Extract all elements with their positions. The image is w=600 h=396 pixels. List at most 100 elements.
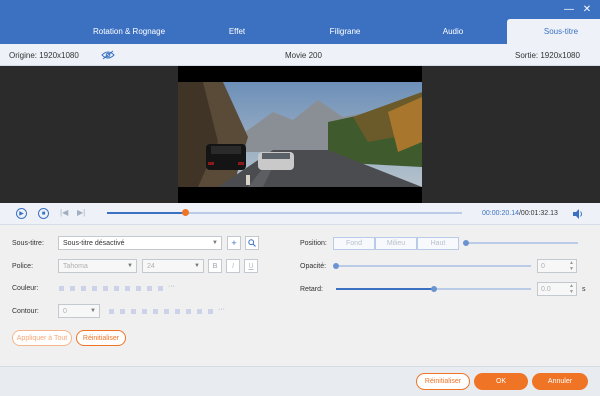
outline-color-swatch[interactable]	[175, 309, 180, 314]
info-bar: Origine: 1920x1080 Movie 200 Sortie: 192…	[0, 44, 600, 66]
outline-color-swatch[interactable]	[120, 309, 125, 314]
opacity-slider[interactable]	[333, 263, 531, 269]
color-swatch[interactable]	[103, 286, 108, 291]
minimize-icon[interactable]: —	[562, 2, 576, 16]
subtitle-select-value: Sous-titre désactivé	[63, 239, 125, 247]
apply-to-all-button[interactable]: Appliquer à Tout	[12, 330, 72, 346]
outline-color-swatch[interactable]	[197, 309, 202, 314]
position-label: Position:	[300, 240, 327, 247]
output-resolution: Sortie: 1920x1080	[515, 51, 580, 60]
outline-color-swatch[interactable]	[208, 309, 213, 314]
opacity-slider-handle[interactable]	[333, 263, 339, 269]
color-swatch[interactable]	[136, 286, 141, 291]
tab-rotation-crop[interactable]: Rotation & Rognage	[75, 19, 183, 44]
italic-button[interactable]: I	[226, 259, 240, 273]
dialog-footer: Réinitialiser OK Annuler	[0, 366, 600, 396]
play-button[interactable]: ▶	[16, 208, 27, 219]
stop-button[interactable]: ■	[38, 208, 49, 219]
tab-effect[interactable]: Effet	[183, 19, 291, 44]
volume-icon[interactable]	[572, 208, 584, 220]
chevron-down-icon: ▼	[194, 263, 200, 269]
outline-color-swatch[interactable]	[131, 309, 136, 314]
position-top-option[interactable]: Haut	[417, 237, 459, 250]
seek-bar[interactable]	[107, 209, 462, 216]
tab-watermark[interactable]: Filigrane	[291, 19, 399, 44]
color-label: Couleur:	[12, 285, 39, 292]
outline-select-value: 0	[63, 307, 67, 315]
position-segmented-control: Fond Milieu Haut	[333, 237, 459, 250]
font-size-value: 24	[147, 262, 155, 270]
stepper-arrows-icon[interactable]: ▲ ▼	[569, 283, 574, 295]
subtitle-label: Sous-titre:	[12, 240, 44, 247]
subtitle-select[interactable]: Sous-titre désactivé ▼	[58, 236, 222, 250]
position-slider[interactable]	[463, 240, 578, 246]
title-bar: Rotation & Rognage Effet Filigrane Audio…	[0, 0, 600, 44]
delay-input[interactable]: 0.0 ▲ ▼	[537, 282, 577, 296]
font-select[interactable]: Tahoma ▼	[58, 259, 137, 273]
stepper-arrows-icon[interactable]: ▲ ▼	[569, 260, 574, 272]
outline-select[interactable]: 0 ▼	[58, 304, 100, 318]
opacity-input[interactable]: 0 ▲ ▼	[537, 259, 577, 273]
add-subtitle-button[interactable]: +	[227, 236, 241, 250]
close-icon[interactable]: ✕	[580, 2, 594, 16]
delay-label: Retard:	[300, 286, 323, 293]
font-select-value: Tahoma	[63, 262, 88, 270]
position-slider-handle[interactable]	[463, 240, 469, 246]
outline-label: Contour:	[12, 308, 39, 315]
color-swatch[interactable]	[158, 286, 163, 291]
previous-frame-icon[interactable]: |◀	[60, 208, 68, 217]
cancel-button[interactable]: Annuler	[532, 373, 588, 390]
outline-color-swatch[interactable]	[164, 309, 169, 314]
tab-audio[interactable]: Audio	[399, 19, 507, 44]
seek-bar-progress	[107, 212, 186, 214]
outline-color-swatch[interactable]	[153, 309, 158, 314]
delay-slider-fill	[336, 288, 434, 290]
opacity-value: 0	[541, 262, 545, 270]
video-frame-image	[178, 82, 422, 187]
delay-value: 0.0	[541, 285, 551, 293]
color-swatch[interactable]	[81, 286, 86, 291]
font-label: Police:	[12, 263, 34, 270]
player-controls: ▶ ■ |◀ ▶| 00:00:20.14/00:01:32.13	[0, 203, 600, 225]
total-time: /00:01:32.13	[518, 210, 558, 217]
panel-reset-button[interactable]: Réinitialiser	[76, 330, 126, 346]
chevron-down-icon: ▼	[90, 308, 96, 314]
origin-resolution: Origine: 1920x1080	[9, 51, 79, 60]
next-frame-icon[interactable]: ▶|	[77, 208, 85, 217]
color-swatch[interactable]	[125, 286, 130, 291]
font-size-select[interactable]: 24 ▼	[142, 259, 204, 273]
position-middle-option[interactable]: Milieu	[375, 237, 417, 250]
more-outline-colors-button[interactable]: ···	[218, 306, 225, 313]
color-swatch[interactable]	[92, 286, 97, 291]
more-colors-button[interactable]: ···	[168, 283, 175, 290]
eye-hidden-icon[interactable]	[101, 50, 115, 60]
underline-button[interactable]: U	[244, 259, 258, 273]
movie-title: Movie 200	[285, 51, 322, 60]
delay-slider[interactable]	[336, 286, 531, 292]
outline-color-swatch[interactable]	[109, 309, 114, 314]
tab-bar: Rotation & Rognage Effet Filigrane Audio…	[75, 19, 600, 44]
outline-color-swatch[interactable]	[186, 309, 191, 314]
seek-handle[interactable]	[181, 209, 189, 216]
color-swatch[interactable]	[70, 286, 75, 291]
chevron-down-icon: ▼	[127, 263, 133, 269]
chevron-down-icon: ▼	[212, 240, 218, 246]
delay-unit: s	[582, 286, 586, 293]
search-subtitle-button[interactable]	[245, 236, 259, 250]
opacity-label: Opacité:	[300, 263, 327, 270]
color-swatch[interactable]	[114, 286, 119, 291]
outline-color-swatch[interactable]	[142, 309, 147, 314]
subtitle-settings-panel: Sous-titre: Sous-titre désactivé ▼ + Pol…	[0, 226, 600, 366]
color-swatch[interactable]	[59, 286, 64, 291]
delay-slider-handle[interactable]	[430, 286, 437, 292]
bold-button[interactable]: B	[208, 259, 222, 273]
tab-subtitle[interactable]: Sous-titre	[507, 19, 600, 44]
position-bottom-option[interactable]: Fond	[333, 237, 375, 250]
search-icon	[248, 239, 256, 247]
ok-button[interactable]: OK	[474, 373, 528, 390]
color-swatch[interactable]	[147, 286, 152, 291]
reset-button[interactable]: Réinitialiser	[416, 373, 470, 390]
preview-area	[0, 66, 600, 203]
time-display: 00:00:20.14/00:01:32.13	[482, 210, 558, 217]
current-time: 00:00:20.14	[482, 210, 519, 217]
